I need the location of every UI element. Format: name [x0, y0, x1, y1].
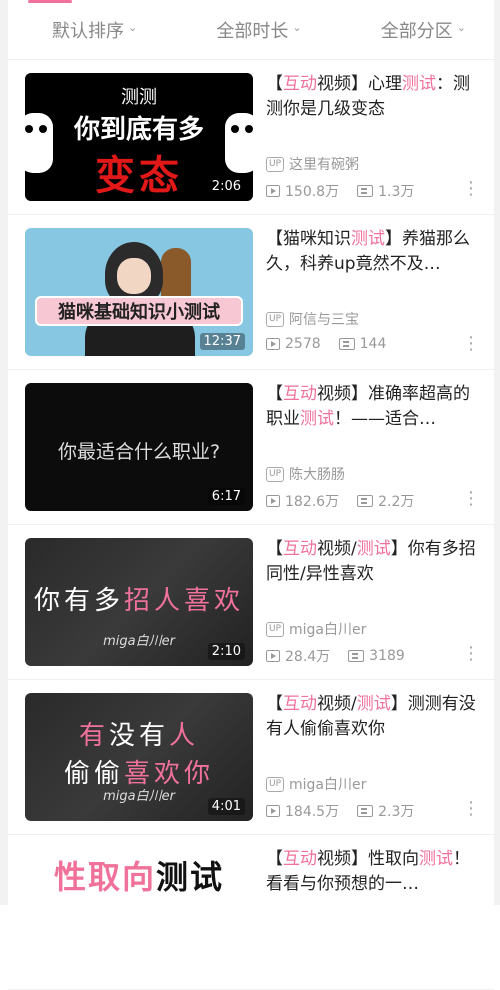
uploader-name: miga白川er — [289, 777, 367, 793]
video-thumbnail[interactable]: 有没有人 偷偷喜欢你 miga白川er 4:01 — [25, 693, 253, 821]
danmaku-icon — [338, 338, 355, 350]
view-count: 2578 — [285, 336, 321, 352]
chevron-down-icon: ⌄ — [456, 21, 466, 34]
danmaku-icon — [357, 805, 374, 817]
view-count: 28.4万 — [285, 649, 331, 665]
video-card[interactable]: 猫咪基础知识小测试 12:37 【猫咪知识测试】养猫那么久，科养up竟然不及… … — [8, 215, 494, 370]
play-count-icon — [266, 805, 280, 817]
category-filter-label: 全部分区 — [380, 20, 453, 42]
more-options-icon[interactable]: ⋮ — [462, 645, 480, 663]
play-count-icon — [266, 650, 280, 662]
video-thumbnail[interactable]: 你最适合什么职业? 6:17 — [25, 383, 253, 511]
video-duration: 12:37 — [199, 333, 245, 350]
more-options-icon[interactable]: ⋮ — [462, 180, 480, 198]
video-title[interactable]: 【互动视频】性取向测试！看看与你预想的一… — [266, 847, 484, 897]
view-count: 184.5万 — [285, 804, 340, 820]
uploader-name: miga白川er — [289, 622, 367, 638]
video-card[interactable]: 有没有人 偷偷喜欢你 miga白川er 4:01 【互动视频/测试】测测有没有人… — [8, 680, 494, 835]
play-count-icon — [266, 185, 280, 197]
sort-filter[interactable]: 默认排序 ⌄ — [52, 17, 137, 43]
up-icon: UP — [266, 466, 285, 482]
thumbnail-text: 性取向测试 — [53, 858, 225, 896]
up-icon: UP — [266, 776, 285, 792]
video-thumbnail[interactable]: 你有多招人喜欢 miga白川er 2:10 — [25, 538, 253, 666]
video-card[interactable]: 测测 你到底有多 变态 2:06 【互动视频】心理测试：测测你是几级变态 UP 这… — [8, 60, 494, 215]
video-card[interactable]: 性取向测试 【互动视频】性取向测试！看看与你预想的一… — [8, 835, 494, 990]
video-thumbnail[interactable]: 性取向测试 — [25, 848, 253, 976]
video-duration: 6:17 — [207, 488, 245, 505]
thumbnail-text: 有没有人 — [78, 721, 200, 751]
left-gutter — [0, 0, 8, 905]
category-filter[interactable]: 全部分区 ⌄ — [381, 17, 466, 43]
more-options-icon[interactable]: ⋮ — [462, 335, 480, 353]
more-options-icon[interactable]: ⋮ — [462, 800, 480, 818]
uploader[interactable]: UP 这里有碗粥 — [266, 154, 359, 174]
sort-filter-label: 默认排序 — [52, 20, 124, 42]
video-duration: 2:06 — [207, 178, 245, 195]
play-count-icon — [266, 338, 280, 350]
video-duration: 4:01 — [207, 798, 245, 815]
duration-filter[interactable]: 全部时长 ⌄ — [216, 17, 301, 43]
video-title[interactable]: 【猫咪知识测试】养猫那么久，科养up竟然不及… — [266, 227, 484, 277]
thumbnail-text: 你有多招人喜欢 — [33, 586, 245, 616]
up-icon: UP — [266, 311, 285, 327]
danmaku-count: 3189 — [369, 648, 405, 664]
uploader[interactable]: UP miga白川er — [266, 774, 366, 794]
danmaku-count: 2.3万 — [378, 804, 415, 820]
video-title[interactable]: 【互动视频/测试】你有多招同性/异性喜欢 — [266, 537, 484, 587]
duration-filter-label: 全部时长 — [216, 20, 289, 42]
chevron-down-icon: ⌄ — [128, 21, 138, 34]
play-count-icon — [266, 495, 280, 507]
video-title[interactable]: 【互动视频】心理测试：测测你是几级变态 — [266, 72, 484, 122]
up-icon: UP — [266, 621, 285, 637]
view-count: 150.8万 — [285, 184, 340, 200]
video-card[interactable]: 你最适合什么职业? 6:17 【互动视频】准确率超高的职业测试！——适合… UP… — [8, 370, 494, 525]
uploader-name: 这里有碗粥 — [289, 157, 360, 173]
right-gutter — [494, 0, 500, 905]
video-title[interactable]: 【互动视频/测试】测测有没有人偷偷喜欢你 — [266, 692, 484, 742]
danmaku-count: 144 — [359, 336, 387, 352]
uploader-name: 阿信与三宝 — [289, 312, 360, 328]
view-count: 182.6万 — [285, 494, 340, 510]
thumbnail-text: 你最适合什么职业? — [57, 441, 221, 463]
thumbnail-text: 你到底有多 — [73, 115, 204, 145]
video-thumbnail[interactable]: 测测 你到底有多 变态 2:06 — [25, 73, 253, 201]
danmaku-count: 2.2万 — [378, 494, 415, 510]
uploader[interactable]: UP 陈大肠肠 — [266, 464, 345, 484]
uploader[interactable]: UP 阿信与三宝 — [266, 309, 359, 329]
video-list: 测测 你到底有多 变态 2:06 【互动视频】心理测试：测测你是几级变态 UP 这… — [8, 60, 494, 990]
video-thumbnail[interactable]: 猫咪基础知识小测试 12:37 — [25, 228, 253, 356]
chevron-down-icon: ⌄ — [292, 21, 302, 34]
video-duration: 2:10 — [207, 643, 245, 660]
uploader-name: 陈大肠肠 — [289, 467, 346, 483]
more-options-icon[interactable]: ⋮ — [462, 490, 480, 508]
danmaku-icon — [357, 185, 374, 197]
person-face-image — [117, 258, 151, 294]
thumbnail-banner: 猫咪基础知识小测试 — [35, 296, 243, 326]
danmaku-icon — [348, 650, 365, 662]
danmaku-icon — [357, 495, 374, 507]
up-icon: UP — [266, 156, 285, 172]
video-title[interactable]: 【互动视频】准确率超高的职业测试！——适合… — [266, 382, 484, 432]
uploader[interactable]: UP miga白川er — [266, 619, 366, 639]
filter-bar: 默认排序 ⌄ 全部时长 ⌄ 全部分区 ⌄ — [8, 0, 494, 60]
thumbnail-text: 测测 — [121, 87, 157, 108]
danmaku-count: 1.3万 — [378, 184, 415, 200]
video-card[interactable]: 你有多招人喜欢 miga白川er 2:10 【互动视频/测试】你有多招同性/异性… — [8, 525, 494, 680]
